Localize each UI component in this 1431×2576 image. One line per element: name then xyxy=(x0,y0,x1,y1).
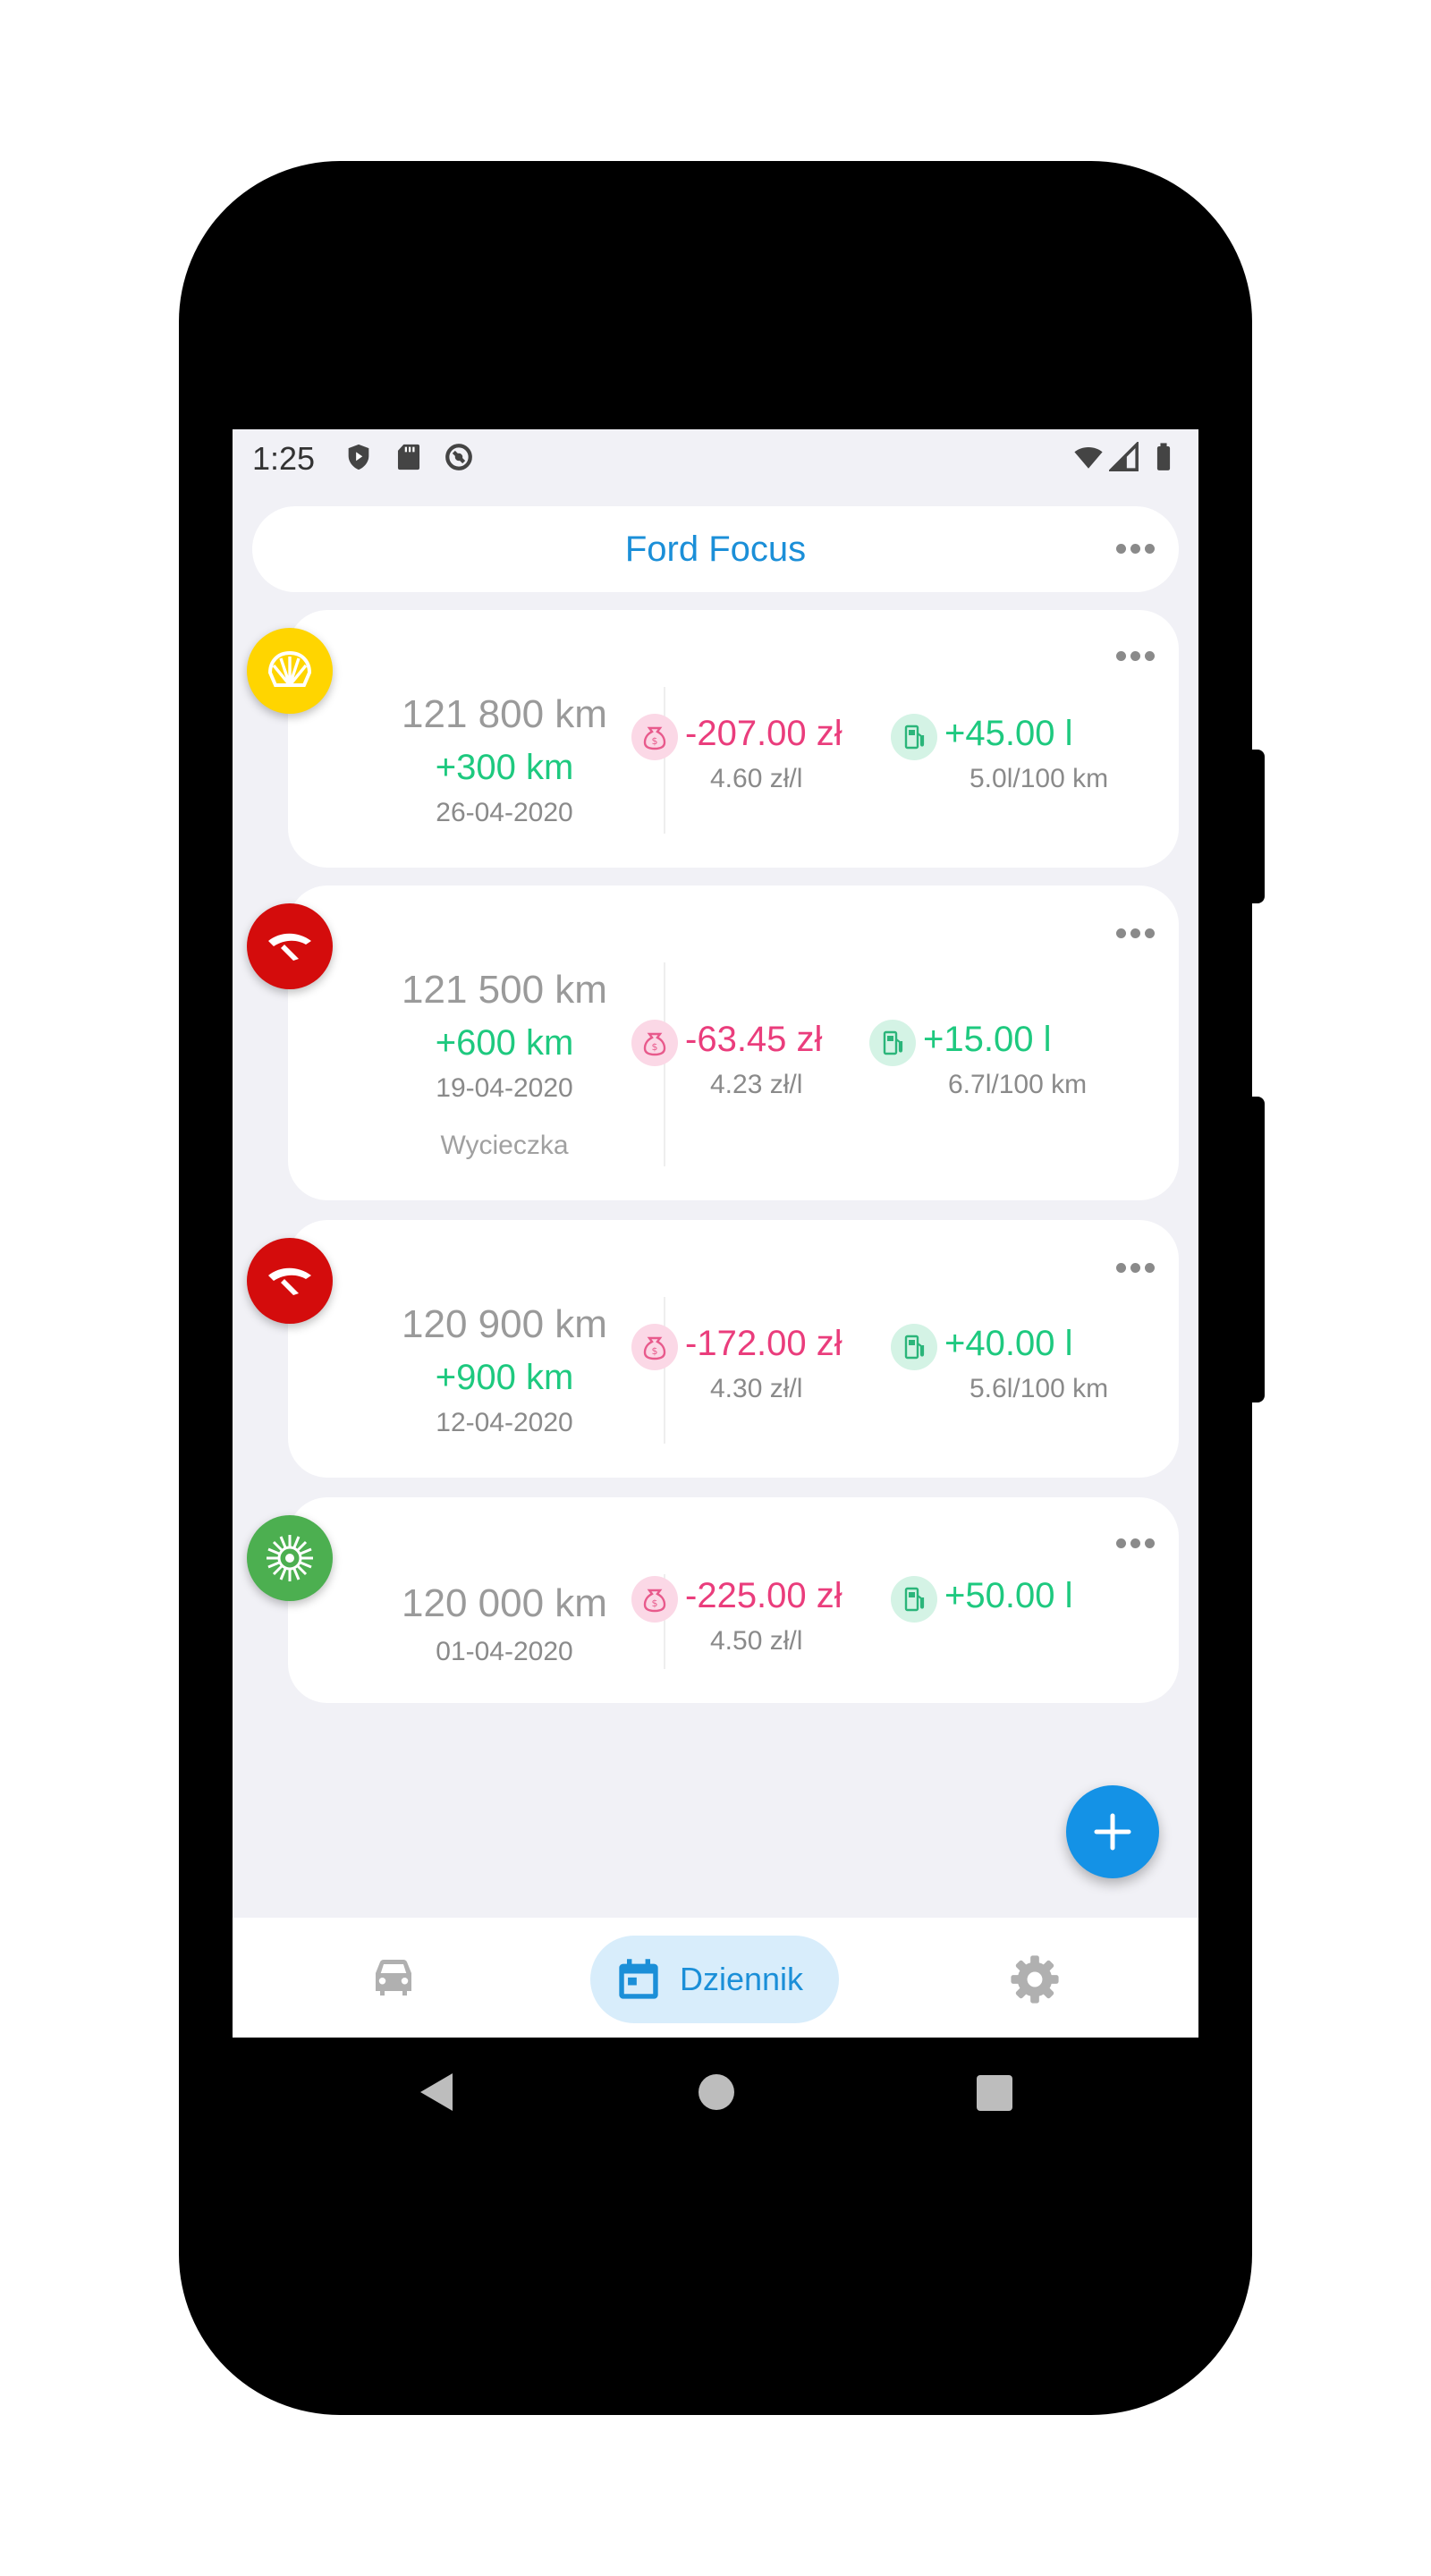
cost-amount: -172.00 zł xyxy=(685,1324,843,1363)
cost-amount: -207.00 zł xyxy=(685,714,843,753)
odometer-reading: 121 500 km xyxy=(402,968,607,1012)
car-icon[interactable] xyxy=(367,1955,420,2000)
unit-price: 4.60 zł/l xyxy=(710,764,803,793)
nav-item-dziennik[interactable]: Dziennik xyxy=(590,1936,839,2023)
entry-date: 12-04-2020 xyxy=(436,1408,573,1437)
unit-price: 4.23 zł/l xyxy=(710,1070,803,1099)
log-entry-card[interactable]: 120 900 km +900 km 12-04-2020 $ -172.00 … xyxy=(288,1220,1179,1478)
money-bag-icon: $ xyxy=(631,1020,678,1066)
top-app-bar: Ford Focus xyxy=(252,506,1179,592)
money-bag-icon: $ xyxy=(631,714,678,760)
add-entry-button[interactable] xyxy=(1066,1785,1159,1878)
system-navigation-bar xyxy=(233,2038,1198,2145)
power-button xyxy=(1249,750,1265,903)
fuel-amount: +50.00 l xyxy=(944,1576,1073,1615)
cellular-signal-icon xyxy=(1109,442,1139,471)
fuel-pump-icon xyxy=(869,1020,916,1066)
distance-delta: +900 km xyxy=(435,1358,574,1397)
entry-date: 26-04-2020 xyxy=(436,798,573,827)
svg-text:$: $ xyxy=(652,735,658,747)
orlen-eagle-icon xyxy=(247,1238,333,1324)
entry-more-options-icon[interactable] xyxy=(1116,651,1156,662)
odometer-reading: 121 800 km xyxy=(402,692,607,736)
money-bag-icon: $ xyxy=(631,1576,678,1623)
distance-delta: +600 km xyxy=(435,1023,574,1063)
fuel-amount: +15.00 l xyxy=(923,1020,1052,1059)
plus-icon xyxy=(1094,1813,1131,1851)
cost-amount: -225.00 zł xyxy=(685,1576,843,1615)
entry-more-options-icon[interactable] xyxy=(1116,1538,1156,1549)
cost-amount: -63.45 zł xyxy=(685,1020,823,1059)
home-icon[interactable] xyxy=(698,2073,735,2111)
entry-date: 01-04-2020 xyxy=(436,1637,573,1666)
nav-label: Dziennik xyxy=(680,1961,804,1997)
fuel-consumption: 5.6l/100 km xyxy=(970,1374,1109,1403)
entry-more-options-icon[interactable] xyxy=(1116,928,1156,939)
recents-icon[interactable] xyxy=(977,2075,1012,2111)
log-entry-card[interactable]: 120 000 km 01-04-2020 $ -225.00 zł 4.50 … xyxy=(288,1497,1179,1703)
calendar-icon xyxy=(619,1959,658,1999)
status-time: 1:25 xyxy=(252,440,316,477)
wifi-icon xyxy=(1074,447,1103,469)
log-entry-card[interactable]: 121 500 km +600 km 19-04-2020 Wycieczka … xyxy=(288,886,1179,1200)
fuel-pump-icon xyxy=(891,1324,937,1370)
distance-delta: +300 km xyxy=(435,748,574,787)
svg-text:$: $ xyxy=(652,1041,658,1053)
fuel-consumption: 5.0l/100 km xyxy=(970,764,1109,793)
fuel-pump-icon xyxy=(891,1576,937,1623)
log-entry-card[interactable]: 121 800 km +300 km 26-04-2020 $ -207.00 … xyxy=(288,610,1179,868)
odometer-reading: 120 000 km xyxy=(402,1581,607,1625)
bottom-navigation: Dziennik xyxy=(233,1918,1198,2038)
fuel-pump-icon xyxy=(891,714,937,760)
card-divider xyxy=(664,1297,665,1444)
entry-date: 19-04-2020 xyxy=(436,1073,573,1103)
volume-button xyxy=(1249,1097,1265,1402)
fuel-amount: +45.00 l xyxy=(944,714,1073,753)
shell-icon xyxy=(247,628,333,714)
gear-icon[interactable] xyxy=(1009,1953,1061,2005)
money-bag-icon: $ xyxy=(631,1324,678,1370)
sd-card-icon xyxy=(397,444,420,470)
app-screen: 1:25 Ford Focus 121 800 km +300 km 26-04… xyxy=(233,429,1198,2038)
back-icon[interactable] xyxy=(417,2072,456,2113)
card-divider xyxy=(664,687,665,834)
sync-disabled-icon xyxy=(445,444,472,470)
more-options-icon[interactable] xyxy=(1116,544,1156,555)
status-bar: 1:25 xyxy=(233,429,1198,487)
entry-note: Wycieczka xyxy=(440,1131,569,1160)
shield-icon xyxy=(348,444,369,470)
bp-helios-icon xyxy=(247,1515,333,1601)
entry-more-options-icon[interactable] xyxy=(1116,1263,1156,1274)
vehicle-title[interactable]: Ford Focus xyxy=(252,506,1179,592)
svg-text:$: $ xyxy=(652,1345,658,1357)
svg-text:$: $ xyxy=(652,1597,658,1609)
orlen-eagle-icon xyxy=(247,903,333,989)
unit-price: 4.30 zł/l xyxy=(710,1374,803,1403)
odometer-reading: 120 900 km xyxy=(402,1302,607,1346)
unit-price: 4.50 zł/l xyxy=(710,1626,803,1656)
fuel-consumption: 6.7l/100 km xyxy=(948,1070,1088,1099)
fuel-amount: +40.00 l xyxy=(944,1324,1073,1363)
battery-icon xyxy=(1156,443,1171,470)
